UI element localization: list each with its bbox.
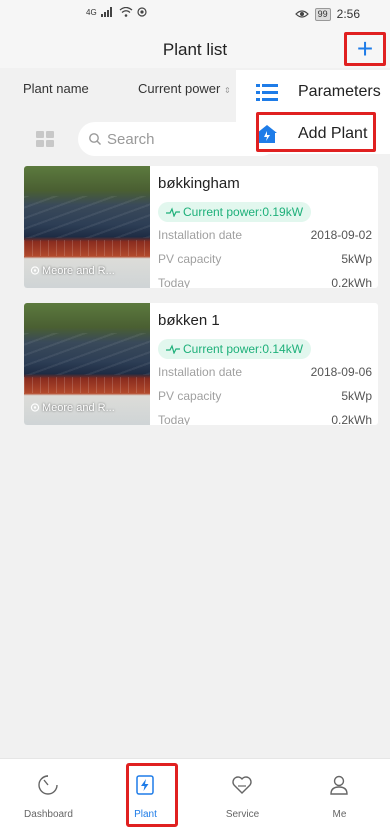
plant-photo: Meore and R... — [24, 166, 150, 288]
bottom-tab-bar: Dashboard Plant Service Me — [0, 758, 390, 829]
search-icon — [89, 133, 101, 145]
today-label: Today — [158, 413, 191, 425]
current-power-badge: Current power:0.14kW — [158, 339, 312, 359]
capacity-value: 5kWp — [341, 252, 372, 266]
location-pin-icon — [30, 402, 40, 412]
menu-item-parameters-label: Parameters — [298, 83, 381, 100]
plant-location-text: Meore and R... — [42, 265, 115, 277]
service-icon — [232, 776, 252, 794]
status-left: 4G — [86, 7, 147, 17]
plant-info: bøkkingham Current power:0.19kW Installa… — [158, 166, 372, 288]
plant-location: Meore and R... — [30, 265, 115, 277]
location-pin-icon — [30, 265, 40, 275]
plant-name: bøkken 1 — [158, 312, 220, 329]
search-placeholder: Search — [107, 130, 155, 148]
highlight-add-plant — [256, 112, 376, 152]
list-icon — [256, 84, 278, 101]
power-pulse-icon — [166, 344, 180, 354]
page-title: Plant list — [162, 40, 228, 59]
sort-arrows-icon: ⇕ — [224, 86, 231, 95]
grid-view-icon[interactable] — [36, 131, 54, 147]
tab-service[interactable]: Service — [194, 759, 291, 829]
plant-icon — [136, 775, 154, 795]
add-menu-dropdown: Parameters Add Plant — [236, 70, 390, 154]
capacity-row: PV capacity 5kWp — [158, 389, 372, 403]
tab-dashboard-label: Dashboard — [24, 809, 73, 820]
current-power-text: Current power:0.19kW — [183, 205, 304, 219]
plant-info: bøkken 1 Current power:0.14kW Installati… — [158, 303, 372, 425]
signal-icon — [100, 7, 112, 17]
installation-label: Installation date — [158, 365, 243, 379]
tab-dashboard[interactable]: Dashboard — [0, 759, 97, 829]
plant-photo: Meore and R... — [24, 303, 150, 425]
tab-plant-label: Plant — [134, 809, 157, 820]
sort-current-power-label: Current power — [138, 81, 221, 96]
sort-current-power[interactable]: Current power ⇕ — [138, 81, 231, 96]
tab-service-label: Service — [225, 809, 260, 820]
eye-icon — [294, 10, 309, 18]
current-power-badge: Current power:0.19kW — [158, 202, 312, 222]
status-bar: 4G 99 2:56 — [0, 0, 390, 32]
installation-date: 2018-09-06 — [310, 365, 372, 379]
sort-plant-name[interactable]: Plant name — [23, 81, 89, 96]
tab-me[interactable]: Me — [291, 759, 388, 829]
plant-card[interactable]: Meore and R... bøkkingham Current power:… — [24, 166, 378, 288]
installation-row: Installation date 2018-09-02 — [158, 228, 372, 242]
today-label: Today — [158, 276, 191, 288]
today-value: 0.2kWh — [331, 276, 372, 288]
user-icon — [330, 775, 348, 795]
nfc-icon — [137, 7, 147, 17]
current-power-text: Current power:0.14kW — [183, 342, 304, 356]
installation-date: 2018-09-02 — [310, 228, 372, 242]
signal-label: 4G — [86, 7, 97, 17]
plant-name: bøkkingham — [158, 175, 240, 192]
plant-location: Meore and R... — [30, 402, 115, 414]
dashboard-icon — [38, 775, 58, 795]
power-pulse-icon — [166, 207, 180, 217]
today-row: Today 0.2kWh — [158, 276, 372, 288]
today-value: 0.2kWh — [331, 413, 372, 425]
capacity-label: PV capacity — [158, 389, 222, 403]
capacity-row: PV capacity 5kWp — [158, 252, 372, 266]
installation-label: Installation date — [158, 228, 243, 242]
menu-item-parameters[interactable]: Parameters — [236, 72, 390, 112]
tab-me-label: Me — [332, 809, 347, 820]
plant-card[interactable]: Meore and R... bøkken 1 Current power:0.… — [24, 303, 378, 425]
capacity-value: 5kWp — [341, 389, 372, 403]
add-button[interactable]: + — [344, 32, 386, 66]
tab-plant[interactable]: Plant — [97, 759, 194, 829]
wifi-icon — [119, 7, 133, 17]
status-time: 2:56 — [336, 7, 360, 21]
plus-icon: + — [356, 33, 374, 64]
status-right: 99 2:56 — [294, 7, 360, 21]
battery-indicator: 99 — [314, 7, 331, 21]
today-row: Today 0.2kWh — [158, 413, 372, 425]
capacity-label: PV capacity — [158, 252, 222, 266]
app-header: Plant list + — [0, 32, 390, 68]
installation-row: Installation date 2018-09-06 — [158, 365, 372, 379]
plant-location-text: Meore and R... — [42, 402, 115, 414]
